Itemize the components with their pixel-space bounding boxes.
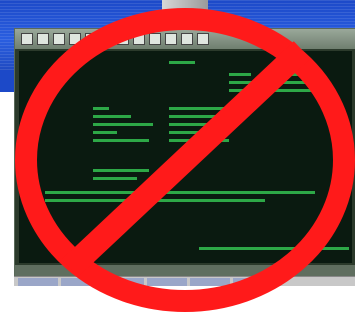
- taskbar-item[interactable]: [190, 278, 230, 286]
- toolbar-button[interactable]: [165, 33, 177, 45]
- toolbar: [15, 29, 355, 49]
- toolbar-button[interactable]: [101, 33, 113, 45]
- toolbar-button[interactable]: [181, 33, 193, 45]
- terminal-window: [14, 28, 355, 278]
- toolbar-button[interactable]: [53, 33, 65, 45]
- logo: [162, 0, 208, 16]
- toolbar-button[interactable]: [197, 33, 209, 45]
- terminal-screen[interactable]: [19, 51, 352, 263]
- toolbar-button[interactable]: [85, 33, 97, 45]
- taskbar-item[interactable]: [147, 278, 187, 286]
- taskbar-item[interactable]: [104, 278, 144, 286]
- toolbar-button[interactable]: [69, 33, 81, 45]
- taskbar-item[interactable]: [233, 278, 273, 286]
- taskbar: [14, 276, 355, 286]
- toolbar-button[interactable]: [117, 33, 129, 45]
- blurred-terminal-text: [45, 61, 349, 250]
- toolbar-button[interactable]: [133, 33, 145, 45]
- toolbar-button[interactable]: [21, 33, 33, 45]
- taskbar-item[interactable]: [18, 278, 58, 286]
- taskbar-item[interactable]: [61, 278, 101, 286]
- toolbar-button[interactable]: [149, 33, 161, 45]
- toolbar-button[interactable]: [37, 33, 49, 45]
